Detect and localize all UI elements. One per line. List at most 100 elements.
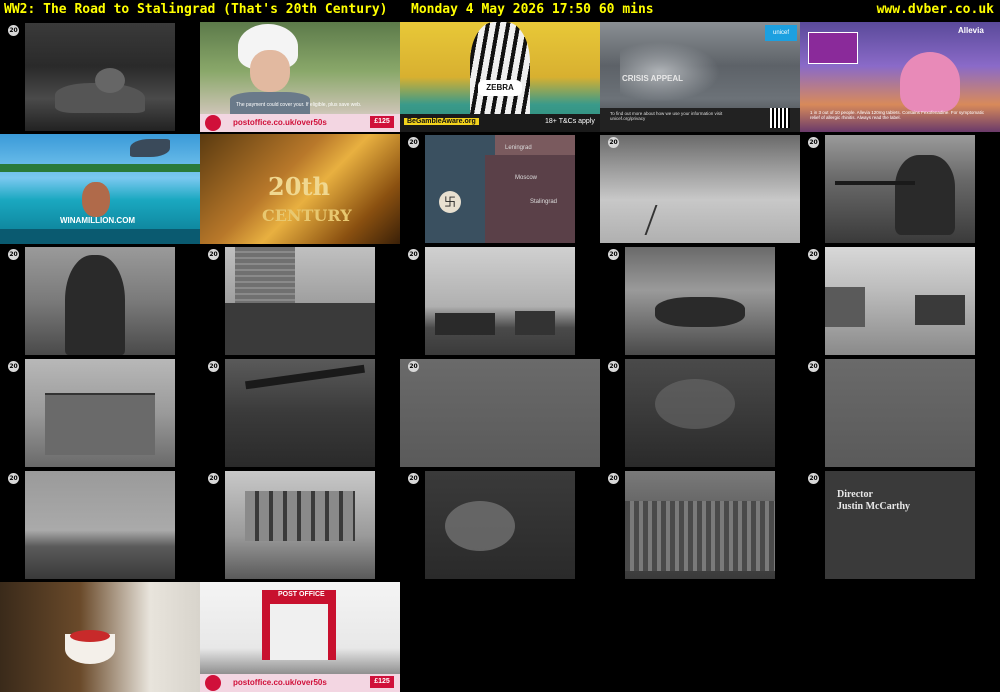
frame-tank-village: [825, 247, 975, 355]
map-label: Stalingrad: [530, 199, 558, 205]
thumbnail-27[interactable]: POST OFFICE postoffice.co.uk/over50s £12…: [200, 582, 400, 692]
thumbnail-22[interactable]: 20: [200, 470, 400, 580]
frame-explosion: [425, 471, 575, 579]
frame-unicef-appeal: unicef CRISIS APPEAL To find out more ab…: [600, 22, 800, 132]
channel-logo-icon: 20: [608, 473, 619, 484]
channel-logo-icon: 20: [808, 473, 819, 484]
postoffice-fine-print: The payment could cover your. If eligibl…: [236, 102, 362, 108]
frame-tanks-field: [425, 247, 575, 355]
thumbnail-25[interactable]: 20 Director Justin McCarthy: [800, 470, 1000, 580]
credit-name: Justin McCarthy: [837, 501, 911, 512]
frame-street-building: [225, 471, 375, 579]
channel-logo-icon: 20: [8, 25, 19, 36]
channel-logo-icon: 20: [808, 361, 819, 372]
thumbnail-4[interactable]: unicef CRISIS APPEAL To find out more ab…: [600, 22, 800, 132]
frame-machine-gunner: [825, 135, 975, 243]
postoffice-price: £125: [370, 676, 394, 688]
allevia-brand: Allevia: [958, 26, 984, 35]
frame-winamillion-beach: WINAMILLION.COM: [0, 134, 200, 244]
broadcast-datetime: Monday 4 May 2026 17:50 60 mins: [411, 2, 654, 17]
frame-city-skyline: [25, 471, 175, 579]
channel-logo-icon: 20: [408, 361, 419, 372]
frame-troops-marching: [625, 471, 775, 579]
channel-logo-icon: 20: [8, 249, 19, 260]
frame-postoffice-shop: POST OFFICE postoffice.co.uk/over50s £12…: [200, 582, 400, 692]
credit-role: Director: [837, 489, 873, 500]
frame-soldiers-running: [625, 247, 775, 355]
thumbnail-11[interactable]: 20: [0, 246, 200, 356]
frame-europe-map: 卐 Leningrad Moscow Stalingrad: [425, 135, 575, 243]
programme-title: WW2: The Road to Stalingrad (That's 20th…: [4, 2, 388, 17]
allevia-fine-print: 1 in 3 out of 10 people. Allevia 120mg t…: [810, 110, 985, 120]
thumbnail-24[interactable]: 20: [600, 470, 800, 580]
thumbnail-7[interactable]: 20th CENTURY: [200, 134, 400, 244]
thumbnail-6[interactable]: WINAMILLION.COM: [0, 134, 200, 244]
gamble-badge: BeGambleAware.org: [404, 118, 479, 125]
thumbnail-9[interactable]: 20: [600, 134, 800, 244]
unicef-fine-print: To find out more about how we use your i…: [610, 111, 723, 121]
swastika-marker-icon: 卐: [439, 191, 461, 213]
frame-title-card: 20th CENTURY: [200, 134, 400, 244]
qr-code-icon: [770, 108, 790, 128]
thumbnail-13[interactable]: 20: [400, 246, 600, 356]
frame-soldier-closeup: [25, 247, 175, 355]
thumbnail-3[interactable]: ZEBRA BeGambleAware.org 18+ T&Cs apply: [400, 22, 600, 132]
channel-logo-icon: 20: [8, 361, 19, 372]
frame-strawberry-bowl: [0, 582, 200, 692]
frame-allevia-monster: Allevia 1 in 3 out of 10 people. Allevia…: [800, 22, 1000, 132]
thumbnail-18[interactable]: 20: [400, 358, 600, 468]
channel-logo-icon: 20: [208, 361, 219, 372]
postoffice-price: £125: [370, 116, 394, 128]
postoffice-url: postoffice.co.uk/over50s: [233, 678, 327, 687]
frame-bombed-building: [25, 359, 175, 467]
unicef-brand: unicef: [765, 25, 797, 41]
frame-fog: [825, 359, 975, 467]
channel-logo-icon: 20: [408, 473, 419, 484]
thumbnail-2[interactable]: The payment could cover your. If eligibl…: [200, 22, 400, 132]
frame-snow-field: [600, 135, 800, 243]
channel-logo-icon: 20: [8, 473, 19, 484]
channel-logo-icon: 20: [808, 249, 819, 260]
thumbnail-20[interactable]: 20: [800, 358, 1000, 468]
thumbnail-23[interactable]: 20: [400, 470, 600, 580]
thumbnail-21[interactable]: 20: [0, 470, 200, 580]
channel-logo-icon: 20: [808, 137, 819, 148]
site-link[interactable]: www.dvber.co.uk: [877, 0, 994, 19]
thumbnail-19[interactable]: 20: [600, 358, 800, 468]
postoffice-url: postoffice.co.uk/over50s: [233, 118, 327, 127]
thumbnail-17[interactable]: 20: [200, 358, 400, 468]
thumbnail-5[interactable]: Allevia 1 in 3 out of 10 people. Allevia…: [800, 22, 1000, 132]
thumbnail-1[interactable]: 20: [0, 22, 200, 132]
thumbnail-16[interactable]: 20: [0, 358, 200, 468]
channel-logo-icon: 20: [608, 361, 619, 372]
map-label: Leningrad: [505, 145, 532, 151]
thumbnail-12[interactable]: 20: [200, 246, 400, 356]
title-card-word: CENTURY: [262, 206, 352, 225]
programme-info: WW2: The Road to Stalingrad (That's 20th…: [4, 0, 654, 19]
thumbnail-14[interactable]: 20: [600, 246, 800, 356]
frame-director-credit: Director Justin McCarthy: [825, 471, 975, 579]
channel-logo-icon: 20: [408, 137, 419, 148]
channel-logo-icon: 20: [208, 249, 219, 260]
winamillion-brand: WINAMILLION.COM: [60, 216, 136, 225]
thumbnail-10[interactable]: 20: [800, 134, 1000, 244]
channel-logo-icon: 20: [608, 137, 619, 148]
map-label: Moscow: [515, 175, 538, 181]
thumbnail-8[interactable]: 20 卐 Leningrad Moscow Stalingrad: [400, 134, 600, 244]
channel-logo-icon: 20: [608, 249, 619, 260]
header-bar: WW2: The Road to Stalingrad (That's 20th…: [0, 0, 1000, 20]
frame-soldiers-trench: [25, 23, 175, 131]
title-card-number: 20th: [268, 172, 330, 201]
frame-dark-gun: [225, 359, 375, 467]
frame-postoffice-woman: The payment could cover your. If eligibl…: [200, 22, 400, 132]
channel-logo-icon: 20: [208, 473, 219, 484]
thumbnail-15[interactable]: 20: [800, 246, 1000, 356]
channel-logo-icon: 20: [408, 249, 419, 260]
thumbnail-26[interactable]: [0, 582, 200, 692]
frame-tower-ruins: [225, 247, 375, 355]
gamble-terms: 18+ T&Cs apply: [545, 118, 595, 125]
frame-smoke-dark: [625, 359, 775, 467]
shop-sign: POST OFFICE: [278, 591, 325, 598]
unicef-heading: CRISIS APPEAL: [622, 74, 684, 83]
zebra-label: ZEBRA: [478, 80, 522, 96]
